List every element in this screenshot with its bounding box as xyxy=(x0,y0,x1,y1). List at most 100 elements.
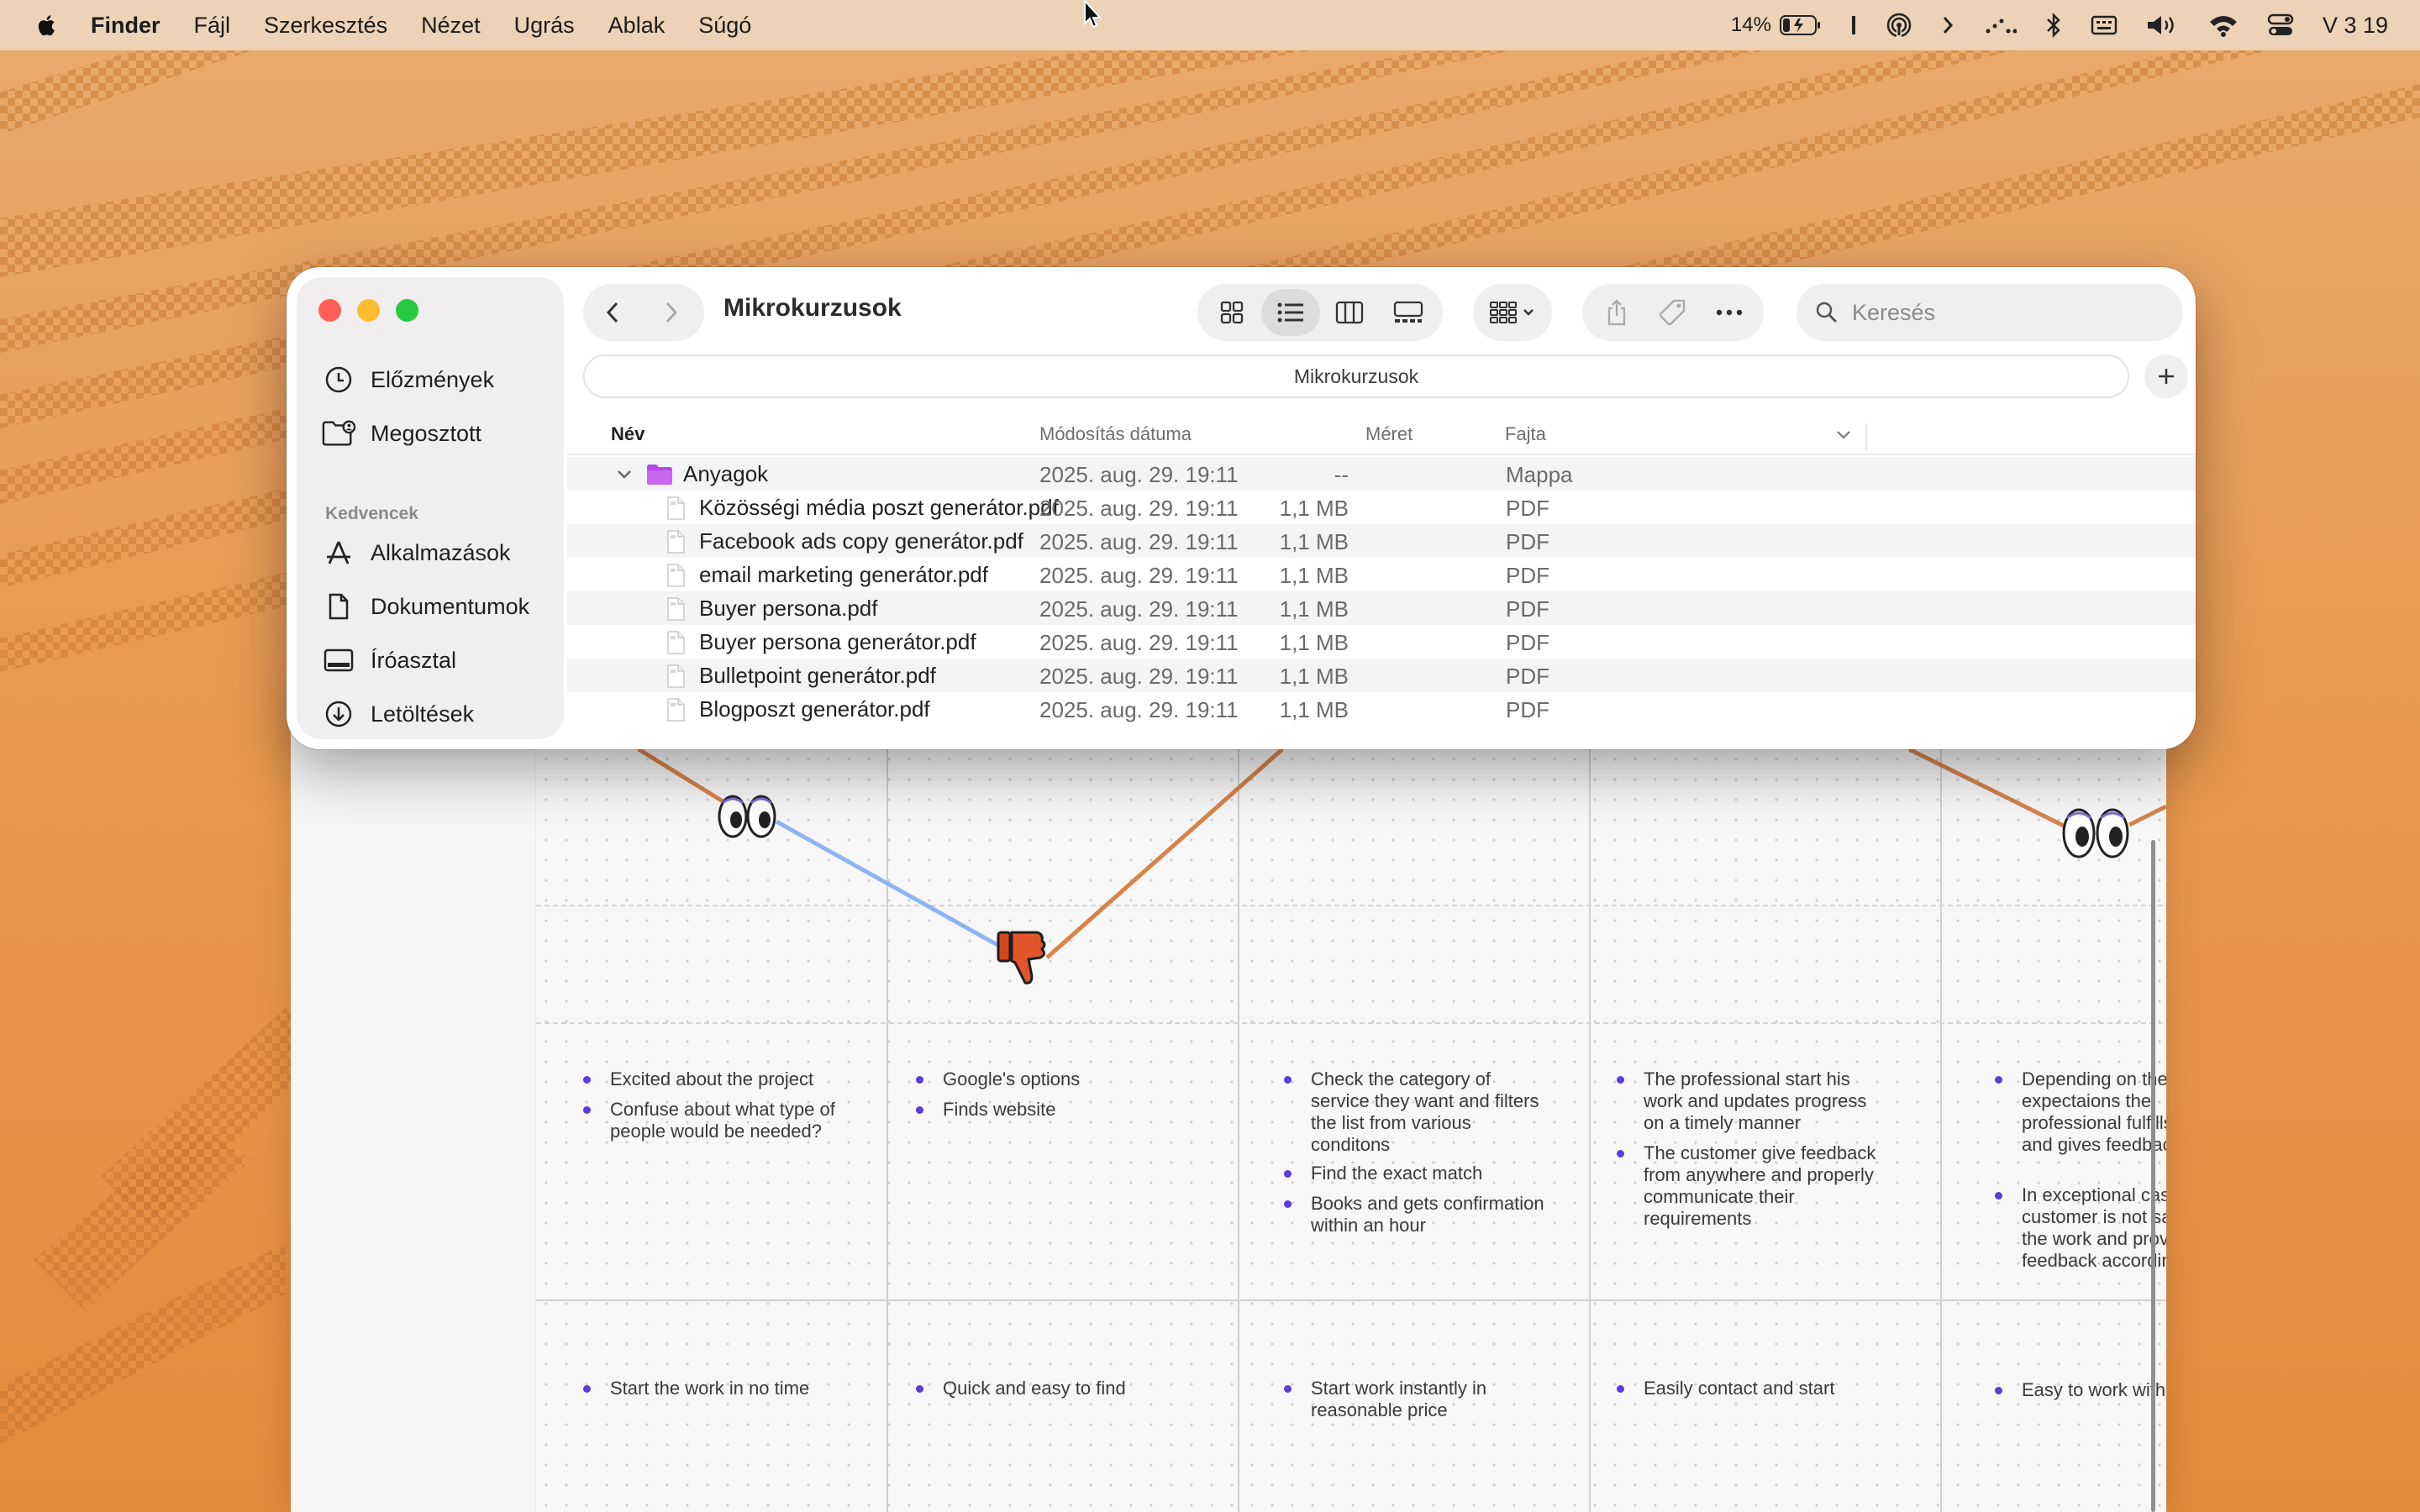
pdf-file-icon xyxy=(667,496,685,520)
text-cursor-status[interactable] xyxy=(1850,14,1857,36)
column-view-button[interactable] xyxy=(1320,289,1379,336)
path-bar-tab[interactable]: Mikrokurzusok xyxy=(583,354,2129,398)
row-kind: PDF xyxy=(1506,529,1549,554)
row-name: Buyer persona.pdf xyxy=(699,596,878,621)
mouse-pointer-icon xyxy=(1084,0,1102,29)
airdrop-status[interactable] xyxy=(1886,12,1912,39)
minimize-button[interactable] xyxy=(357,299,380,322)
file-row[interactable]: Bulletpoint generátor.pdf 2025. aug. 29.… xyxy=(567,659,2196,692)
menu-go[interactable]: Ugrás xyxy=(514,13,575,39)
search-placeholder: Keresés xyxy=(1852,299,1936,325)
sidebar-item-label: Megosztott xyxy=(371,420,482,446)
disclosure-chevron-down-icon[interactable] xyxy=(616,469,633,480)
row-date: 2025. aug. 29. 19:11 xyxy=(1039,563,1239,588)
pdf-file-icon xyxy=(667,563,685,587)
outcome-item: Quick and easy to find xyxy=(916,1378,1178,1399)
file-row[interactable]: Közösségi média poszt generátor.pdf 2025… xyxy=(567,491,2196,524)
icon-view-button[interactable] xyxy=(1202,289,1261,336)
more-button[interactable] xyxy=(1701,289,1757,336)
clipped-column: Depending on the expectaions the profess… xyxy=(1995,1058,2166,1512)
volume-icon xyxy=(2147,16,2174,34)
sidebar-item-downloads[interactable]: Letöltések xyxy=(322,697,474,731)
eyes-icon xyxy=(2062,808,2129,858)
row-name-cell: Anyagok xyxy=(616,461,768,487)
column-view-icon xyxy=(1335,301,1364,324)
row-date: 2025. aug. 29. 19:11 xyxy=(1039,496,1239,521)
view-switcher xyxy=(1197,284,1443,341)
wifi-status[interactable] xyxy=(2208,13,2238,37)
keyboard-status[interactable] xyxy=(2091,14,2118,36)
sidebar-item-shared[interactable]: Megosztott xyxy=(322,417,481,450)
folder-row-anyagok[interactable]: Anyagok 2025. aug. 29. 19:11 -- Mappa xyxy=(567,457,2196,491)
row-name-cell: Facebook ads copy generátor.pdf xyxy=(666,528,1023,554)
share-button[interactable] xyxy=(1589,289,1645,336)
chevron-status[interactable] xyxy=(1941,14,1954,36)
row-name-cell: Buyer persona generátor.pdf xyxy=(666,629,976,655)
row-name: Anyagok xyxy=(683,461,769,486)
sidebar-section-favorites: Kedvencek xyxy=(325,504,418,523)
row-size: 1,1 MB xyxy=(1279,563,1349,588)
file-row[interactable]: Buyer persona generátor.pdf 2025. aug. 2… xyxy=(567,625,2196,659)
menu-window[interactable]: Ablak xyxy=(608,13,666,39)
column-header-size[interactable]: Méret xyxy=(1365,423,1413,445)
menu-file[interactable]: Fájl xyxy=(194,13,231,39)
file-row[interactable]: email marketing generátor.pdf 2025. aug.… xyxy=(567,558,2196,591)
menu-view[interactable]: Nézet xyxy=(421,13,481,39)
desktop-icon xyxy=(322,643,355,677)
zoom-button[interactable] xyxy=(396,299,418,322)
row-size: 1,1 MB xyxy=(1279,496,1349,521)
thought-item: Books and gets confirmation within an ho… xyxy=(1284,1193,1555,1236)
outcome-item: Start the work in no time xyxy=(583,1378,845,1399)
pdf-file-icon xyxy=(667,630,685,654)
sidebar-item-label: Íróasztal xyxy=(371,647,457,673)
column-header-kind[interactable]: Fajta xyxy=(1505,423,1546,445)
menu-help[interactable]: Súgó xyxy=(698,13,751,39)
new-tab-button[interactable] xyxy=(2144,354,2188,398)
column-header-name[interactable]: Név xyxy=(611,423,644,445)
forward-button[interactable] xyxy=(642,286,701,339)
back-button[interactable] xyxy=(583,286,642,339)
row-name: Facebook ads copy generátor.pdf xyxy=(699,528,1023,554)
group-by-button[interactable] xyxy=(1473,284,1552,341)
sort-chevron-down-icon[interactable] xyxy=(1836,430,1851,440)
gallery-view-button[interactable] xyxy=(1379,289,1438,336)
thought-item: Depending on the expectaions the profess… xyxy=(1995,1068,2166,1156)
row-date: 2025. aug. 29. 19:11 xyxy=(1039,630,1239,655)
dots-status[interactable] xyxy=(1983,14,2017,36)
thought-item: Excited about the project xyxy=(583,1068,829,1090)
menu-clock[interactable]: V 3 19 xyxy=(2323,13,2388,39)
shared-folder-icon xyxy=(322,417,355,450)
thought-item: The customer give feedback from anywhere… xyxy=(1617,1142,1887,1230)
row-size: 1,1 MB xyxy=(1279,529,1349,554)
row-date: 2025. aug. 29. 19:11 xyxy=(1039,529,1239,554)
search-field[interactable]: Keresés xyxy=(1797,284,2183,341)
tag-button[interactable] xyxy=(1645,289,1702,336)
action-buttons xyxy=(1582,284,1764,341)
column-header-modified[interactable]: Módosítás dátuma xyxy=(1039,423,1192,445)
sidebar-item-applications[interactable]: Alkalmazások xyxy=(322,536,511,570)
tag-icon xyxy=(1659,299,1686,326)
row-size: 1,1 MB xyxy=(1279,596,1349,622)
menu-edit[interactable]: Szerkesztés xyxy=(264,13,387,39)
file-row[interactable]: Blogposzt generátor.pdf 2025. aug. 29. 1… xyxy=(567,692,2196,726)
sidebar-item-recents[interactable]: Előzmények xyxy=(322,363,494,396)
sidebar-item-desktop[interactable]: Íróasztal xyxy=(322,643,456,677)
file-row[interactable]: Buyer persona.pdf 2025. aug. 29. 19:11 1… xyxy=(567,591,2196,625)
bluetooth-status[interactable] xyxy=(2045,13,2062,38)
battery-status[interactable]: 14% xyxy=(1731,13,1822,37)
file-row[interactable]: Facebook ads copy generátor.pdf 2025. au… xyxy=(567,524,2196,558)
document-scrollbar[interactable] xyxy=(2151,840,2155,1512)
applications-icon xyxy=(322,536,355,570)
row-kind: PDF xyxy=(1506,596,1549,622)
close-button[interactable] xyxy=(318,299,341,322)
thought-item: Find the exact match xyxy=(1284,1163,1546,1184)
row-kind: Mappa xyxy=(1506,462,1573,487)
volume-status[interactable] xyxy=(2146,13,2180,37)
row-name-cell: Blogposzt generátor.pdf xyxy=(666,696,930,722)
chevron-left-icon xyxy=(606,302,618,323)
sidebar-item-documents[interactable]: Dokumentumok xyxy=(322,590,529,623)
control-center-status[interactable] xyxy=(2267,13,2294,37)
list-view-button[interactable] xyxy=(1261,289,1320,336)
menu-app-finder[interactable]: Finder xyxy=(91,13,160,39)
apple-logo-icon[interactable] xyxy=(34,12,60,39)
